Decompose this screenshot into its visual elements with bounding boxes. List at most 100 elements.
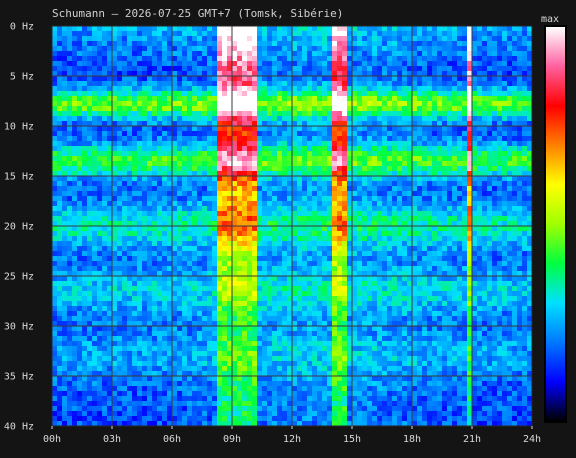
heatmap-cell bbox=[212, 226, 218, 232]
heatmap-cell bbox=[237, 136, 243, 142]
heatmap-cell bbox=[242, 201, 248, 207]
heatmap-cell bbox=[72, 151, 78, 157]
heatmap-cell bbox=[157, 286, 163, 292]
heatmap-cell bbox=[237, 311, 243, 317]
heatmap-cell bbox=[137, 346, 143, 352]
heatmap-cell bbox=[292, 361, 298, 367]
heatmap-cell bbox=[97, 331, 103, 337]
heatmap-cell bbox=[307, 241, 313, 247]
heatmap-cell bbox=[277, 241, 283, 247]
heatmap-cell bbox=[97, 76, 103, 82]
heatmap-cell bbox=[217, 91, 223, 97]
heatmap-cell bbox=[52, 286, 58, 292]
heatmap-cell bbox=[272, 366, 278, 372]
heatmap-cell bbox=[322, 191, 328, 197]
heatmap-cell bbox=[272, 81, 278, 87]
heatmap-cell bbox=[332, 411, 338, 417]
heatmap-cell bbox=[237, 206, 243, 212]
heatmap-cell bbox=[122, 106, 128, 112]
heatmap-cell bbox=[72, 136, 78, 142]
heatmap-cell bbox=[327, 186, 333, 192]
heatmap-cell bbox=[317, 251, 323, 257]
heatmap-cell bbox=[77, 401, 83, 407]
heatmap-cell bbox=[157, 341, 163, 347]
heatmap-cell bbox=[97, 26, 103, 32]
heatmap-cell bbox=[187, 91, 193, 97]
heatmap-cell bbox=[97, 101, 103, 107]
heatmap-cell bbox=[72, 291, 78, 297]
heatmap-cell bbox=[237, 326, 243, 332]
heatmap-cell bbox=[337, 186, 343, 192]
heatmap-cell bbox=[237, 141, 243, 147]
heatmap-cell bbox=[152, 341, 158, 347]
heatmap-cell bbox=[272, 306, 278, 312]
heatmap-cell bbox=[257, 376, 263, 382]
heatmap-cell bbox=[327, 286, 333, 292]
heatmap-cell bbox=[352, 316, 358, 322]
heatmap-cell bbox=[187, 196, 193, 202]
heatmap-cell bbox=[262, 406, 268, 412]
heatmap-cell bbox=[247, 346, 253, 352]
heatmap-cell bbox=[92, 281, 98, 287]
heatmap-cell bbox=[267, 386, 273, 392]
heatmap-cell bbox=[317, 261, 323, 267]
heatmap-cell bbox=[52, 306, 58, 312]
heatmap-cell bbox=[202, 236, 208, 242]
heatmap-cell bbox=[202, 56, 208, 62]
heatmap-cell bbox=[317, 351, 323, 357]
heatmap-cell bbox=[122, 56, 128, 62]
heatmap-cell bbox=[57, 181, 63, 187]
heatmap-cell bbox=[72, 196, 78, 202]
heatmap-cell bbox=[192, 376, 198, 382]
heatmap-cell bbox=[267, 41, 273, 47]
heatmap-cell bbox=[62, 266, 68, 272]
heatmap-cell bbox=[197, 216, 203, 222]
heatmap-cell bbox=[147, 31, 153, 37]
heatmap-cell bbox=[132, 81, 138, 87]
heatmap-cell bbox=[267, 186, 273, 192]
heatmap-cell bbox=[57, 201, 63, 207]
heatmap-cell bbox=[162, 86, 168, 92]
heatmap-cell bbox=[312, 66, 318, 72]
heatmap-cell bbox=[157, 46, 163, 52]
heatmap-cell bbox=[362, 91, 368, 97]
heatmap-cell bbox=[112, 76, 118, 82]
heatmap-cell bbox=[77, 366, 83, 372]
heatmap-cell bbox=[57, 276, 63, 282]
heatmap-cell bbox=[137, 196, 143, 202]
heatmap-cell bbox=[132, 91, 138, 97]
heatmap-cell bbox=[172, 376, 178, 382]
heatmap-cell bbox=[147, 316, 153, 322]
heatmap-cell bbox=[72, 46, 78, 52]
heatmap-cell bbox=[257, 301, 263, 307]
heatmap-cell bbox=[327, 341, 333, 347]
heatmap-cell bbox=[82, 291, 88, 297]
heatmap-cell bbox=[172, 86, 178, 92]
heatmap-cell bbox=[162, 346, 168, 352]
heatmap-cell bbox=[172, 116, 178, 122]
heatmap-cell bbox=[242, 391, 248, 397]
heatmap-cell bbox=[212, 126, 218, 132]
heatmap-cell bbox=[257, 386, 263, 392]
heatmap-cell bbox=[282, 161, 288, 167]
heatmap-cell bbox=[97, 156, 103, 162]
heatmap-cell bbox=[182, 166, 188, 172]
heatmap-cell bbox=[327, 126, 333, 132]
heatmap-cell bbox=[242, 31, 248, 37]
heatmap-cell bbox=[207, 116, 213, 122]
heatmap-cell bbox=[272, 241, 278, 247]
heatmap-cell bbox=[342, 151, 348, 157]
heatmap-cell bbox=[127, 356, 133, 362]
heatmap-cell bbox=[267, 261, 273, 267]
heatmap-cell bbox=[127, 201, 133, 207]
heatmap-cell bbox=[357, 191, 363, 197]
heatmap-cell bbox=[212, 156, 218, 162]
heatmap-cell bbox=[197, 96, 203, 102]
heatmap-cell bbox=[142, 101, 148, 107]
heatmap-cell bbox=[187, 256, 193, 262]
heatmap-cell bbox=[132, 301, 138, 307]
heatmap-cell bbox=[242, 191, 248, 197]
heatmap-cell bbox=[252, 351, 258, 357]
heatmap-cell bbox=[192, 311, 198, 317]
heatmap-cell bbox=[292, 326, 298, 332]
